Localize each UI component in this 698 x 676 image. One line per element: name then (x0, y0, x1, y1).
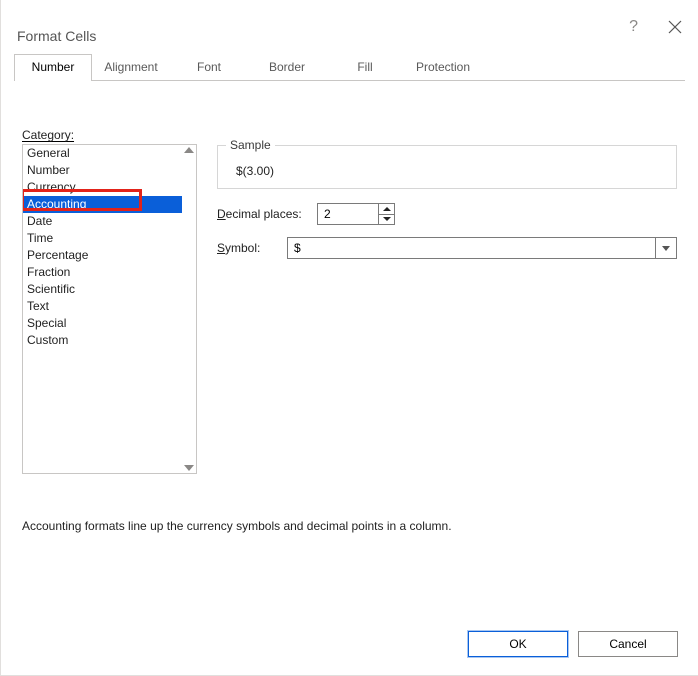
tab-number[interactable]: Number (14, 54, 92, 80)
list-item-label: Currency (27, 180, 76, 194)
category-listbox-inner: General Number Currency Accounting Date … (23, 145, 182, 473)
mnemonic: D (217, 207, 226, 221)
list-item-label: Custom (27, 333, 68, 347)
list-item[interactable]: General (23, 145, 182, 162)
list-item[interactable]: Text (23, 298, 182, 315)
tab-font[interactable]: Font (170, 54, 248, 80)
sample-group: Sample $(3.00) (217, 145, 677, 189)
list-item-label: Percentage (27, 248, 88, 262)
symbol-label: Symbol: (217, 241, 287, 255)
symbol-dropdown-button[interactable] (655, 237, 677, 259)
list-item-label: General (27, 146, 70, 160)
symbol-row: Symbol: (217, 237, 677, 259)
dialog-button-row: OK Cancel (468, 631, 678, 657)
tab-label: Font (197, 60, 221, 74)
list-item-label: Accounting (27, 197, 86, 211)
chevron-down-icon (662, 246, 670, 251)
list-item[interactable]: Currency (23, 179, 182, 196)
list-item-accounting[interactable]: Accounting (23, 196, 182, 213)
tab-alignment[interactable]: Alignment (92, 54, 170, 80)
button-label: OK (509, 637, 526, 651)
spinner-down-button[interactable] (379, 214, 394, 225)
list-item-label: Text (27, 299, 49, 313)
spinner-up-button[interactable] (379, 204, 394, 214)
tab-label: Border (269, 60, 305, 74)
list-item-label: Fraction (27, 265, 70, 279)
scroll-down-icon (184, 465, 194, 471)
spinner-buttons (378, 204, 394, 224)
tab-label: Alignment (104, 60, 157, 74)
tab-label: Fill (357, 60, 372, 74)
category-label: Category: (22, 128, 677, 142)
list-item[interactable]: Custom (23, 332, 182, 349)
list-item[interactable]: Percentage (23, 247, 182, 264)
sample-legend: Sample (226, 138, 275, 152)
cancel-button[interactable]: Cancel (578, 631, 678, 657)
label-rest: ymbol: (225, 241, 260, 255)
list-item-label: Date (27, 214, 52, 228)
tab-bar: Number Alignment Font Border Fill Protec… (14, 54, 685, 81)
sample-value: $(3.00) (230, 164, 664, 178)
title-controls: ? (629, 18, 682, 36)
symbol-input[interactable] (287, 237, 655, 259)
list-item[interactable]: Time (23, 230, 182, 247)
close-button[interactable] (668, 20, 682, 34)
decimal-places-label: Decimal places: (217, 207, 317, 221)
ok-button[interactable]: OK (468, 631, 568, 657)
list-item-label: Number (27, 163, 70, 177)
chevron-up-icon (383, 207, 391, 211)
category-listbox[interactable]: General Number Currency Accounting Date … (22, 144, 197, 474)
tab-label: Protection (416, 60, 470, 74)
mnemonic: S (217, 241, 225, 255)
decimal-places-spinner[interactable] (317, 203, 395, 225)
listbox-scrollbar[interactable] (182, 145, 196, 473)
dialog-title: Format Cells (17, 28, 698, 44)
list-item-label: Time (27, 231, 53, 245)
chevron-down-icon (383, 217, 391, 221)
tab-protection[interactable]: Protection (404, 54, 482, 80)
tab-fill[interactable]: Fill (326, 54, 404, 80)
list-item-label: Special (27, 316, 66, 330)
tab-border[interactable]: Border (248, 54, 326, 80)
content-area: Category: General Number Currency Accoun… (22, 128, 677, 474)
list-item[interactable]: Date (23, 213, 182, 230)
scroll-up-icon (184, 147, 194, 153)
list-item[interactable]: Special (23, 315, 182, 332)
list-item[interactable]: Number (23, 162, 182, 179)
list-item[interactable]: Scientific (23, 281, 182, 298)
list-item-label: Scientific (27, 282, 75, 296)
close-icon (668, 20, 682, 34)
list-item[interactable]: Fraction (23, 264, 182, 281)
button-label: Cancel (609, 637, 646, 651)
right-column: Sample $(3.00) Decimal places: Symbol: (217, 145, 677, 259)
category-description: Accounting formats line up the currency … (22, 519, 677, 533)
decimal-places-input[interactable] (318, 204, 378, 224)
label-rest: ecimal places: (226, 207, 302, 221)
tab-label: Number (32, 60, 75, 74)
symbol-select[interactable] (287, 237, 677, 259)
format-cells-dialog: Format Cells ? Number Alignment Font Bor… (0, 0, 698, 676)
decimal-places-row: Decimal places: (217, 203, 677, 225)
title-bar: Format Cells ? (1, 0, 698, 54)
help-button[interactable]: ? (629, 18, 638, 36)
